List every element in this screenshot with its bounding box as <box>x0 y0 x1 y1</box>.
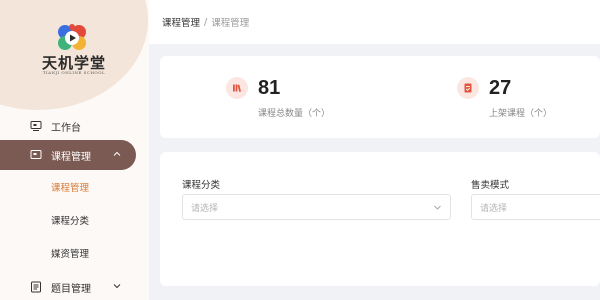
stat-published-courses-value: 27 <box>489 77 512 99</box>
sidebar-subitem-media-management[interactable]: 媒资管理 <box>51 246 89 260</box>
sidebar-item-label: 题目管理 <box>51 283 91 295</box>
document-icon <box>457 77 479 99</box>
course-icon <box>30 149 42 161</box>
filter-card: 课程分类 请选择 售卖模式 请选择 <box>160 152 600 286</box>
sales-mode-select[interactable]: 请选择 <box>471 194 600 220</box>
sidebar-subitem-course-category[interactable]: 课程分类 <box>51 213 89 227</box>
breadcrumb-separator: / <box>204 16 208 28</box>
stat-published-courses-label: 上架课程（个） <box>489 109 553 119</box>
sidebar-subitem-course-management[interactable]: 课程管理 <box>51 180 89 194</box>
monitor-icon <box>30 120 42 132</box>
sales-mode-label: 售卖模式 <box>471 180 510 191</box>
logo-icon <box>58 24 86 50</box>
books-icon <box>226 77 248 99</box>
question-icon <box>30 281 42 293</box>
course-category-label: 课程分类 <box>182 180 221 191</box>
sidebar-item-label: 工作台 <box>51 122 81 134</box>
sidebar-item-question-management[interactable]: 题目管理 <box>0 272 136 300</box>
sidebar: 天机学堂 TIANJI ONLINE SCHOOL 工作台 课程管理 课程管理 … <box>0 0 149 300</box>
select-placeholder: 请选择 <box>191 203 219 214</box>
sidebar-item-workbench[interactable]: 工作台 <box>0 111 136 141</box>
chevron-down-icon <box>434 205 441 210</box>
chevron-up-icon <box>113 151 121 156</box>
breadcrumb-current: 课程管理 <box>211 18 250 29</box>
stats-card: 81 课程总数量（个） 27 上架课程（个） <box>160 56 600 138</box>
sidebar-item-label: 课程管理 <box>51 151 91 163</box>
select-placeholder: 请选择 <box>480 203 508 214</box>
breadcrumb-parent[interactable]: 课程管理 <box>162 15 200 29</box>
course-category-select[interactable]: 请选择 <box>182 194 451 220</box>
brand-subtitle: TIANJI ONLINE SCHOOL <box>42 70 106 75</box>
chevron-down-icon <box>113 284 121 289</box>
stat-total-courses-value: 81 <box>258 77 281 99</box>
breadcrumb: 课程管理 / 课程管理 <box>149 0 600 44</box>
sidebar-item-course-management[interactable]: 课程管理 <box>0 140 136 170</box>
stat-total-courses-label: 课程总数量（个） <box>258 109 331 119</box>
